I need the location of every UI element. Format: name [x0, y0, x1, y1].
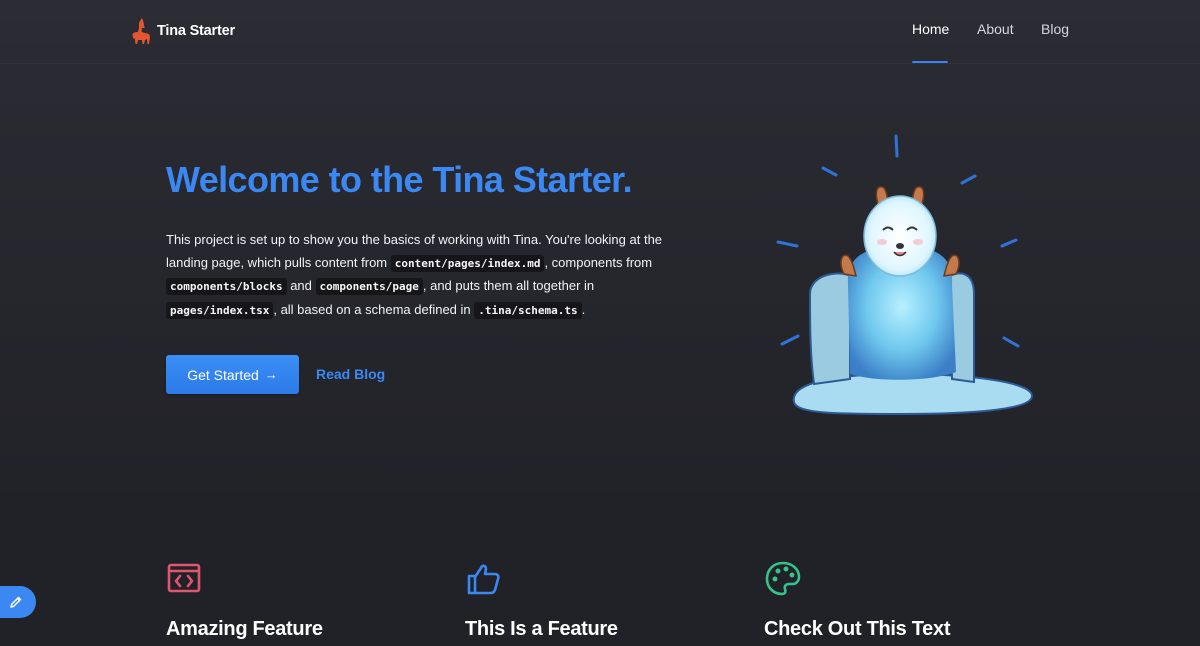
- brand-name: Tina Starter: [157, 23, 235, 39]
- code-pages-index-md: content/pages/index.md: [390, 254, 545, 272]
- nav-home[interactable]: Home: [912, 21, 949, 37]
- feature-card: This Is a Feature: [465, 490, 725, 646]
- get-started-label: Get Started: [187, 366, 259, 383]
- edit-button[interactable]: [0, 586, 36, 618]
- code-components-blocks: components/blocks: [166, 278, 287, 296]
- code-tina-schema: .tina/schema.ts: [474, 301, 582, 319]
- features-section: Amazing Feature This Is a Feature Check …: [0, 490, 1200, 646]
- palette-icon: [765, 561, 801, 596]
- nav-active-indicator: [912, 61, 948, 63]
- read-blog-link[interactable]: Read Blog: [316, 366, 385, 382]
- feature-card: Check Out This Text: [764, 490, 1024, 646]
- hero-text-2: , components from: [544, 254, 653, 270]
- brand-link[interactable]: Tina Starter: [131, 17, 235, 45]
- code-components-page: components/page: [315, 278, 423, 296]
- get-started-button[interactable]: Get Started →: [166, 355, 299, 394]
- nav-blog[interactable]: Blog: [1041, 21, 1069, 37]
- arrow-right-icon: →: [264, 367, 278, 382]
- hero-text-4: , and puts them all together in: [422, 278, 595, 294]
- code-icon: [167, 563, 201, 593]
- feature-title: Amazing Feature: [166, 618, 323, 640]
- feature-title: Check Out This Text: [764, 618, 951, 640]
- llama-logo-icon: [132, 18, 150, 44]
- feature-card: Amazing Feature: [166, 490, 426, 646]
- hero-section: Welcome to the Tina Starter. This projec…: [0, 64, 1200, 490]
- thumbs-up-icon: [467, 564, 500, 595]
- site-header: Tina Starter Home About Blog: [0, 0, 1200, 64]
- llama-illustration: [776, 134, 1034, 416]
- hero-title: Welcome to the Tina Starter.: [166, 159, 633, 200]
- pencil-icon: [10, 596, 22, 608]
- code-pages-index-tsx: pages/index.tsx: [166, 301, 274, 319]
- hero-text-3: and: [286, 278, 316, 294]
- nav-about[interactable]: About: [977, 21, 1014, 37]
- hero-description: This project is set up to show you the b…: [166, 229, 676, 322]
- hero-text-5: , all based on a schema defined in: [273, 301, 475, 317]
- feature-title: This Is a Feature: [465, 618, 618, 640]
- hero-text-6: .: [581, 301, 586, 317]
